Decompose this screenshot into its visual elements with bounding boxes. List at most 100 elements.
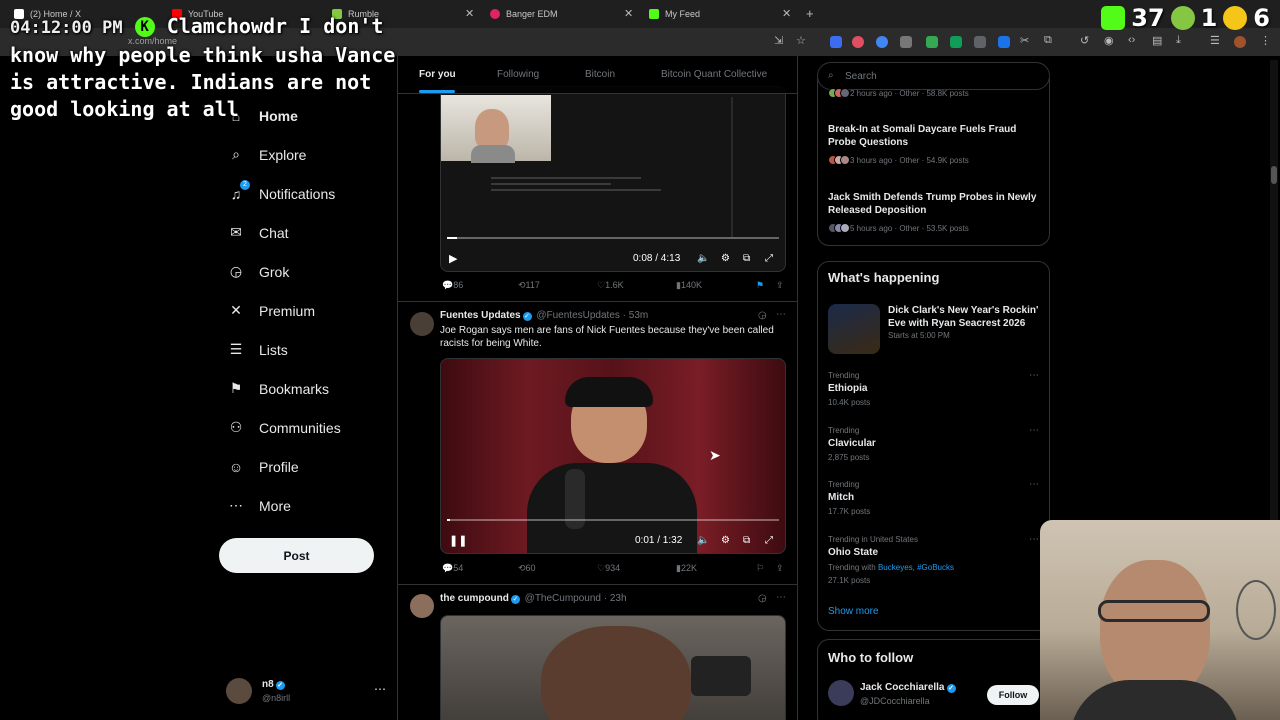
sidebar-icon[interactable]: ▤ — [1152, 34, 1162, 47]
nav-communities[interactable]: ⚇ Communities — [220, 408, 400, 447]
event-thumbnail[interactable] — [828, 304, 880, 354]
tab-bitcoin-quant-collective[interactable]: Bitcoin Quant Collective — [661, 69, 767, 80]
avatar[interactable] — [828, 680, 854, 706]
extension-icon[interactable] — [852, 36, 864, 48]
nav-explore[interactable]: ⌕ Explore — [220, 135, 400, 174]
nav-profile[interactable]: ☺ Profile — [220, 447, 400, 486]
more-icon[interactable]: ⋯ — [776, 309, 786, 320]
news-item[interactable]: Break-In at Somali Daycare Fuels Fraud P… — [828, 123, 1043, 149]
extension-icon[interactable] — [926, 36, 938, 48]
nav-bookmarks[interactable]: ⚑ Bookmarks — [220, 369, 400, 408]
install-icon[interactable]: ⇲ — [774, 34, 783, 47]
fullscreen-icon[interactable]: ⤢ — [765, 253, 773, 264]
repost-button[interactable]: ⟲ 117 — [518, 280, 540, 291]
suggested-user-name[interactable]: Jack Cocchiarella ✓ — [860, 682, 958, 693]
pip-icon[interactable]: ⧉ — [743, 253, 750, 264]
extension-icon[interactable] — [950, 36, 962, 48]
tab-bitcoin[interactable]: Bitcoin — [585, 69, 615, 80]
menu-icon[interactable]: ☰ — [1210, 34, 1220, 47]
play-icon[interactable]: ▶ — [449, 252, 457, 265]
more-icon[interactable]: ⋯ — [1029, 479, 1039, 490]
post-button[interactable]: Post — [219, 538, 374, 573]
tweet-author-name[interactable]: Fuentes Updates — [440, 310, 521, 321]
video-person-figure — [475, 109, 509, 149]
browser-tab-banger-edm[interactable]: Banger EDM — [490, 4, 558, 24]
bookmark-star-icon[interactable]: ☆ — [796, 34, 806, 47]
video-player[interactable]: ▶ 0:08 / 4:13 🔈 ⚙ ⧉ ⤢ — [440, 86, 786, 272]
extension-icon[interactable]: ✂ — [1020, 34, 1029, 47]
browser-tab-my-feed[interactable]: My Feed — [649, 4, 700, 24]
profile-avatar-icon[interactable] — [1234, 36, 1246, 48]
repost-button[interactable]: ⟲ 60 — [518, 563, 536, 574]
extension-icon[interactable] — [876, 36, 888, 48]
tweet-timestamp[interactable]: · 23h — [604, 593, 627, 604]
extension-icon[interactable] — [974, 36, 986, 48]
bookmark-icon[interactable]: ⚐ — [756, 563, 764, 574]
video-player[interactable]: ➤ ❚❚ 0:01 / 1:32 🔈 ⚙ ⧉ ⤢ — [440, 358, 786, 554]
extension-icon[interactable] — [830, 36, 842, 48]
fullscreen-icon[interactable]: ⤢ — [765, 535, 773, 546]
trend-name[interactable]: Mitch — [828, 492, 854, 503]
history-icon[interactable]: ↺ — [1080, 34, 1089, 47]
reply-button[interactable]: 💬 86 — [442, 280, 463, 291]
nav-more[interactable]: ⋯ More — [220, 486, 400, 525]
video-progress-bar[interactable] — [447, 519, 779, 521]
show-more-link[interactable]: Show more — [828, 606, 879, 617]
trend-name[interactable]: Ohio State — [828, 547, 878, 558]
news-item[interactable]: Jack Smith Defends Trump Probes in Newly… — [828, 191, 1043, 217]
nav-lists[interactable]: ☰ Lists — [220, 330, 400, 369]
grok-icon[interactable]: ◶ — [758, 310, 767, 321]
like-button[interactable]: ♡ 1.6K — [597, 280, 624, 291]
volume-icon[interactable]: 🔈 — [697, 253, 709, 264]
download-icon[interactable]: ⤓ — [1176, 34, 1181, 47]
event-title[interactable]: Dick Clark's New Year's Rockin' Eve with… — [888, 304, 1043, 330]
like-button[interactable]: ♡ 934 — [597, 563, 620, 574]
settings-icon[interactable]: ⚙ — [721, 535, 730, 546]
more-icon[interactable]: ⋯ — [776, 592, 786, 603]
code-icon[interactable]: ‹› — [1128, 34, 1135, 46]
video-progress-bar[interactable] — [447, 237, 779, 239]
more-icon[interactable]: ⋯ — [1029, 370, 1039, 381]
tweet-author-name[interactable]: the cumpound — [440, 593, 509, 604]
nav-premium[interactable]: ✕ Premium — [220, 291, 400, 330]
close-tab-icon[interactable]: ✕ — [465, 7, 474, 20]
bookmark-icon[interactable]: ⚑ — [756, 280, 764, 291]
views-button[interactable]: ▮ 22K — [676, 563, 697, 574]
avatar[interactable] — [410, 594, 434, 618]
extension-icon[interactable] — [900, 36, 912, 48]
share-icon[interactable]: ⇪ — [776, 280, 784, 291]
scrollbar-thumb[interactable] — [1271, 166, 1277, 184]
tweet-media[interactable] — [440, 615, 786, 720]
more-icon[interactable]: ⋯ — [1029, 425, 1039, 436]
tab-following[interactable]: Following — [497, 69, 539, 80]
more-icon[interactable]: ⋯ — [1029, 534, 1039, 545]
volume-icon[interactable]: 🔈 — [697, 535, 709, 546]
settings-icon[interactable]: ⚙ — [721, 253, 730, 264]
media-icon[interactable]: ◉ — [1104, 34, 1114, 47]
kebab-menu-icon[interactable]: ⋮ — [1260, 34, 1271, 47]
close-tab-icon[interactable]: ✕ — [782, 7, 791, 20]
trend-name[interactable]: Ethiopia — [828, 383, 867, 394]
pause-icon[interactable]: ❚❚ — [449, 534, 467, 547]
pip-icon[interactable]: ⧉ — [743, 535, 750, 546]
new-tab-icon[interactable]: + — [806, 6, 814, 21]
trend-name[interactable]: Clavicular — [828, 438, 876, 449]
more-icon[interactable]: ⋯ — [374, 682, 386, 696]
nav-grok[interactable]: ◶ Grok — [220, 252, 400, 291]
reply-button[interactable]: 💬 54 — [442, 563, 463, 574]
trending-tags[interactable]: Buckeyes, #GoBucks — [878, 563, 954, 572]
tweet-timestamp[interactable]: · 53m — [623, 310, 649, 321]
extension-icon[interactable] — [998, 36, 1010, 48]
puzzle-icon[interactable]: ⧉ — [1044, 34, 1052, 47]
share-icon[interactable]: ⇪ — [776, 563, 784, 574]
account-switcher[interactable]: n8 ✓ @n8irll ⋯ — [226, 676, 386, 706]
views-button[interactable]: ▮ 140K — [676, 280, 702, 291]
avatar[interactable] — [410, 312, 434, 336]
grok-icon[interactable]: ◶ — [758, 593, 767, 604]
nav-notifications[interactable]: ♫ 2 Notifications — [220, 174, 400, 213]
nav-chat[interactable]: ✉ Chat — [220, 213, 400, 252]
tweet-author-handle[interactable]: @FuentesUpdates — [536, 310, 620, 321]
tweet-author-handle[interactable]: @TheCumpound — [525, 593, 601, 604]
close-tab-icon[interactable]: ✕ — [624, 7, 633, 20]
follow-button[interactable]: Follow — [987, 685, 1039, 705]
